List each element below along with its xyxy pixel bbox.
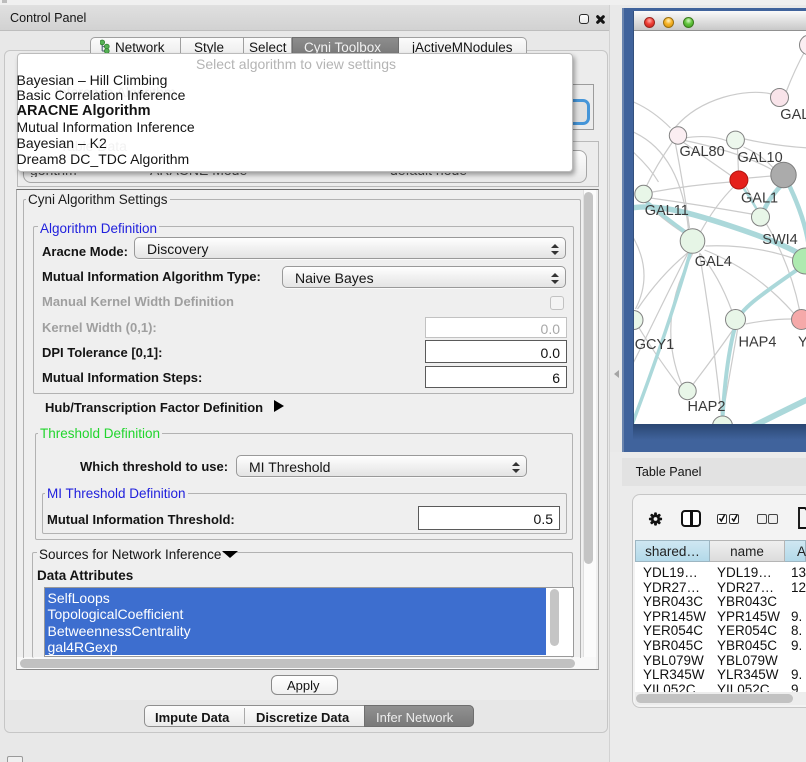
svg-text:GCY1: GCY1: [634, 337, 674, 353]
svg-text:HAP4: HAP4: [738, 335, 776, 351]
svg-text:GAL10: GAL10: [737, 150, 782, 166]
svg-text:HAP2: HAP2: [687, 399, 725, 415]
svg-text:GAL4: GAL4: [694, 254, 731, 270]
svg-text:GAL1: GAL1: [741, 191, 778, 207]
svg-text:GAL11: GAL11: [644, 203, 688, 219]
svg-text:GAL7: GAL7: [780, 107, 806, 123]
svg-text:SWI4: SWI4: [762, 232, 797, 248]
svg-text:Y: Y: [798, 335, 806, 351]
svg-text:GAL80: GAL80: [679, 144, 724, 160]
